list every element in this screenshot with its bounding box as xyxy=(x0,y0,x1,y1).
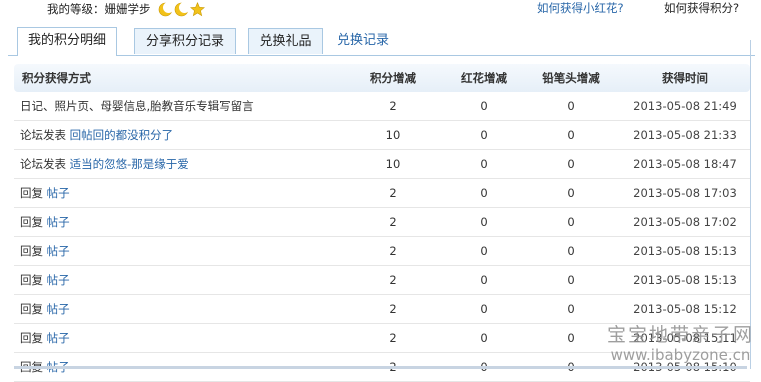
source-link[interactable]: 帖子 xyxy=(47,215,70,229)
watermark-url: www.ibabyzone.cn xyxy=(610,346,751,364)
cell-source: 回复 帖子 xyxy=(14,214,340,230)
cell-pencils: 0 xyxy=(567,244,575,258)
source-link[interactable]: 帖子 xyxy=(47,273,70,287)
cell-flowers: 0 xyxy=(480,302,488,316)
tab-redeem-records[interactable]: 兑换记录 xyxy=(330,28,396,54)
cell-time: 2013-05-08 15:12 xyxy=(633,302,737,316)
cell-pencils: 0 xyxy=(567,157,575,171)
table-row: 回复 帖子 2 0 0 2013-05-08 17:03 xyxy=(14,179,750,208)
cell-points: 2 xyxy=(389,302,397,316)
cell-source: 回复 帖子 xyxy=(14,185,340,201)
user-level: 我的等级：姗姗学步 xyxy=(47,1,208,17)
cell-source: 日记、照片页、母婴信息,胎教音乐专辑写留言 xyxy=(14,98,340,114)
col-header-source: 积分获得方式 xyxy=(22,71,91,85)
source-type: 回复 xyxy=(20,331,43,345)
table-row: 论坛发表 适当的忽悠-那是缘于爱 10 0 0 2013-05-08 18:47 xyxy=(14,150,750,179)
cell-time: 2013-05-08 21:33 xyxy=(633,128,737,142)
source-type: 回复 xyxy=(20,215,43,229)
source-type: 回复 xyxy=(20,273,43,287)
table-row: 回复 帖子 2 0 0 2013-05-08 15:12 xyxy=(14,295,750,324)
watermark: 宝宝地带亲子网 www.ibabyzone.cn xyxy=(607,326,754,363)
how-to-get-flowers-link[interactable]: 如何获得小红花? xyxy=(537,0,624,16)
cell-flowers: 0 xyxy=(480,273,488,287)
source-type: 回复 xyxy=(20,302,43,316)
watermark-text: 宝宝地带亲子网 xyxy=(607,324,755,346)
table-row: 日记、照片页、母婴信息,胎教音乐专辑写留言 2 0 0 2013-05-08 21:49 xyxy=(14,92,750,121)
cell-pencils: 0 xyxy=(567,99,575,113)
cell-pencils: 0 xyxy=(567,128,575,142)
tab-divider xyxy=(8,55,755,56)
cell-points: 2 xyxy=(389,244,397,258)
source-type: 日记、照片页、母婴信息,胎教音乐专辑写留言 xyxy=(20,99,254,113)
cell-pencils: 0 xyxy=(567,331,575,345)
cell-time: 2013-05-08 21:49 xyxy=(633,99,737,113)
table-row: 论坛发表 回帖回的都没积分了 10 0 0 2013-05-08 21:33 xyxy=(14,121,750,150)
cell-flowers: 0 xyxy=(480,215,488,229)
col-header-pencils: 铅笔头增减 xyxy=(542,71,600,85)
source-link[interactable]: 适当的忽悠-那是缘于爱 xyxy=(70,157,189,171)
cell-flowers: 0 xyxy=(480,186,488,200)
tab-share-points[interactable]: 分享积分记录 xyxy=(134,28,236,54)
moon-icon xyxy=(158,2,175,17)
source-link[interactable]: 回帖回的都没积分了 xyxy=(70,128,174,142)
source-type: 论坛发表 xyxy=(20,157,66,171)
cell-pencils: 0 xyxy=(567,302,575,316)
table-row: 回复 帖子 2 0 0 2013-05-08 15:13 xyxy=(14,237,750,266)
col-header-time: 获得时间 xyxy=(662,71,708,85)
top-bar: 我的等级：姗姗学步 如何获得小红花? 如何获得积分? xyxy=(0,0,761,18)
cell-time: 2013-05-08 17:02 xyxy=(633,215,737,229)
cell-pencils: 0 xyxy=(567,273,575,287)
source-type: 论坛发表 xyxy=(20,128,66,142)
source-type: 回复 xyxy=(20,244,43,258)
cell-source: 回复 帖子 xyxy=(14,330,340,346)
col-header-points: 积分增减 xyxy=(370,71,416,85)
cell-source: 论坛发表 回帖回的都没积分了 xyxy=(14,127,340,143)
table-row: 回复 帖子 2 0 0 2013-05-08 15:13 xyxy=(14,266,750,295)
cell-time: 2013-05-08 18:47 xyxy=(633,157,737,171)
cell-pencils: 0 xyxy=(567,186,575,200)
tab-my-points[interactable]: 我的积分明细 xyxy=(17,27,117,56)
cell-time: 2013-05-08 17:03 xyxy=(633,186,737,200)
star-icon xyxy=(190,2,206,17)
cell-points: 2 xyxy=(389,273,397,287)
col-header-flowers: 红花增减 xyxy=(461,71,507,85)
moon-icon xyxy=(174,2,191,17)
cell-pencils: 0 xyxy=(567,215,575,229)
source-link[interactable]: 帖子 xyxy=(47,331,70,345)
cell-points: 2 xyxy=(389,186,397,200)
cell-points: 10 xyxy=(385,128,401,142)
source-link[interactable]: 帖子 xyxy=(47,302,70,316)
cell-flowers: 0 xyxy=(480,99,488,113)
level-label: 我的等级： xyxy=(47,2,105,16)
source-link[interactable]: 帖子 xyxy=(47,244,70,258)
cell-points: 2 xyxy=(389,331,397,345)
cell-time: 2013-05-08 15:13 xyxy=(633,273,737,287)
cell-points: 10 xyxy=(385,157,401,171)
cell-source: 回复 帖子 xyxy=(14,272,340,288)
cell-flowers: 0 xyxy=(480,244,488,258)
level-badges xyxy=(158,2,208,17)
cell-source: 回复 帖子 xyxy=(14,301,340,317)
table-row: 回复 帖子 2 0 0 2013-05-08 17:02 xyxy=(14,208,750,237)
cell-time: 2013-05-08 15:13 xyxy=(633,244,737,258)
cell-flowers: 0 xyxy=(480,331,488,345)
source-type: 回复 xyxy=(20,186,43,200)
level-badge-icons xyxy=(158,2,206,17)
table-header: 积分获得方式 积分增减 红花增减 铅笔头增减 获得时间 xyxy=(14,64,750,92)
cell-points: 2 xyxy=(389,99,397,113)
source-link[interactable]: 帖子 xyxy=(47,186,70,200)
cell-points: 2 xyxy=(389,215,397,229)
level-name: 姗姗学步 xyxy=(104,2,151,16)
cell-source: 回复 帖子 xyxy=(14,243,340,259)
cell-flowers: 0 xyxy=(480,157,488,171)
cell-source: 论坛发表 适当的忽悠-那是缘于爱 xyxy=(14,156,340,172)
cell-flowers: 0 xyxy=(480,128,488,142)
tab-redeem-gifts[interactable]: 兑换礼品 xyxy=(248,28,323,54)
how-to-get-points-link[interactable]: 如何获得积分? xyxy=(664,0,739,16)
panel-border xyxy=(750,40,751,369)
